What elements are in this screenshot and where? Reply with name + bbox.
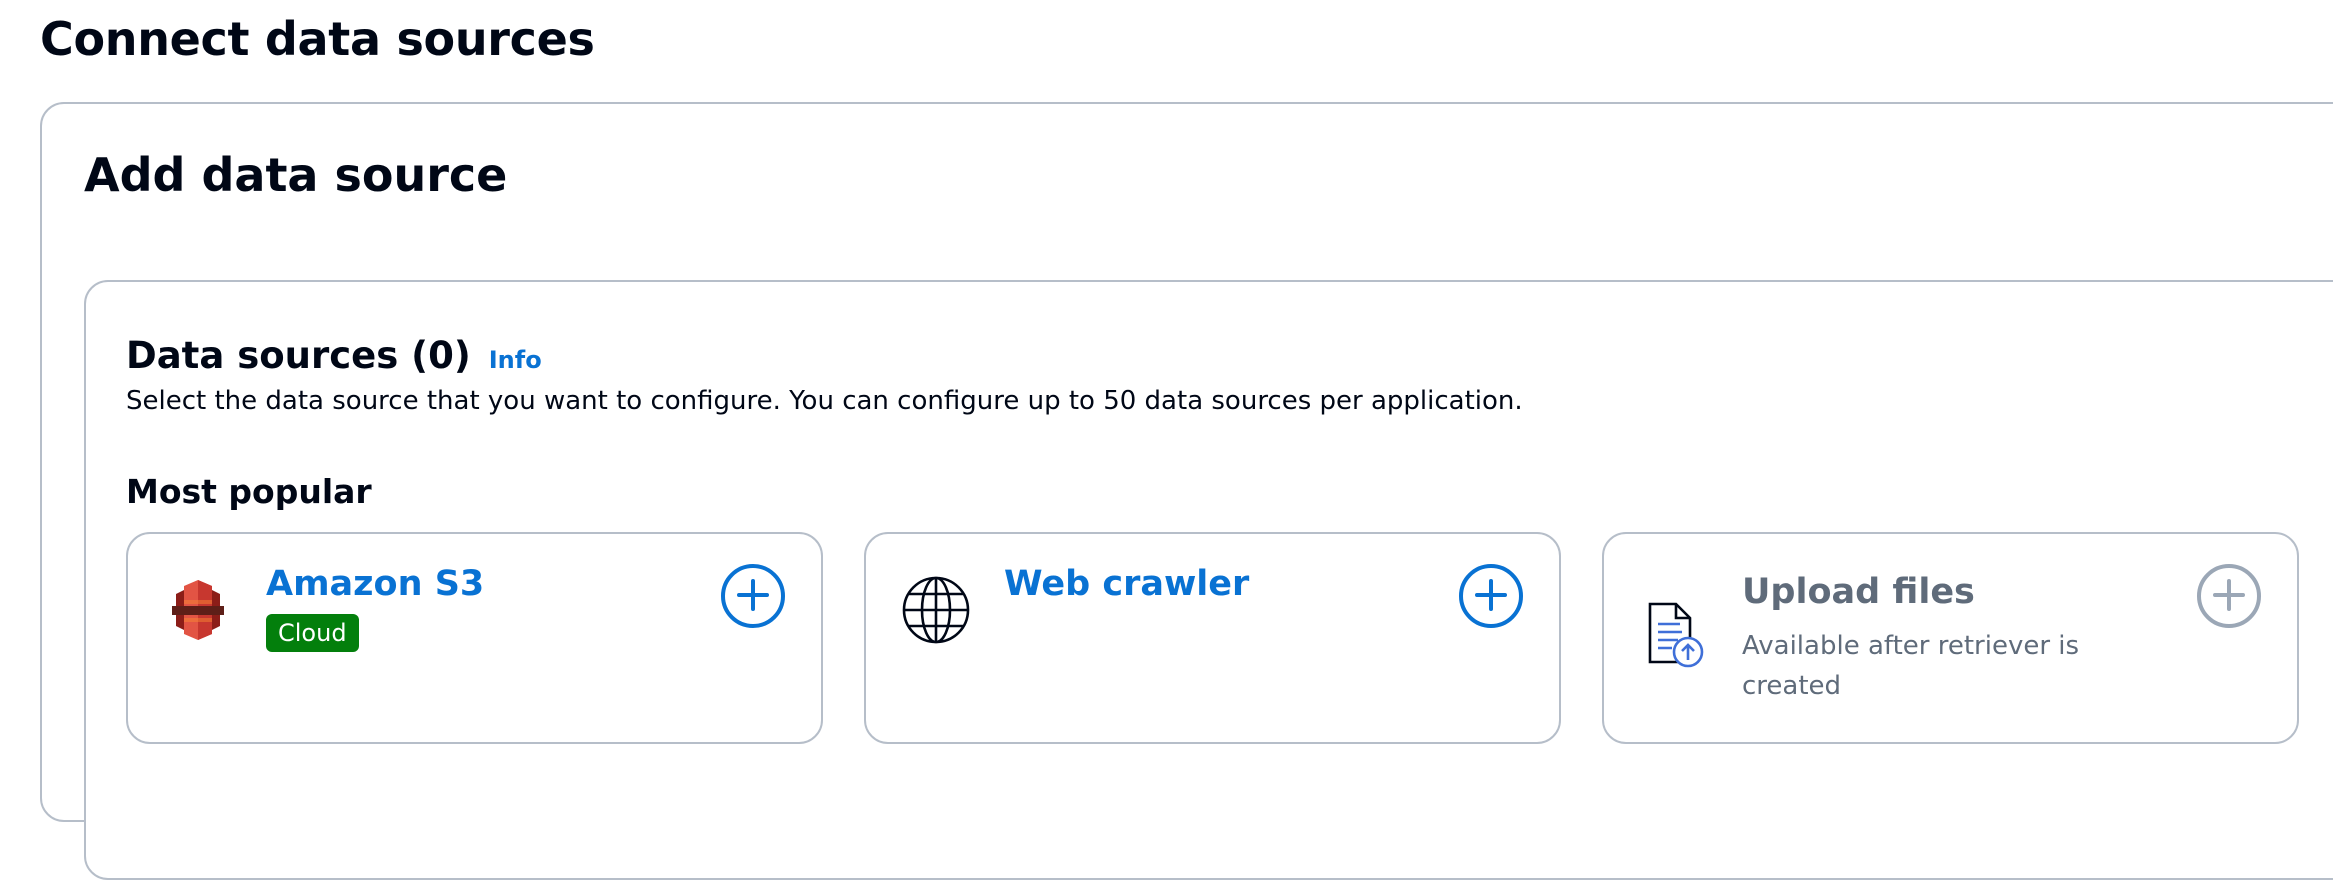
data-sources-header: Data sources (0) Info [126,334,542,377]
add-web-crawler-button[interactable] [1459,564,1523,628]
card-title: Amazon S3 [266,564,485,604]
amazon-s3-icon [162,574,234,646]
info-link[interactable]: Info [489,346,542,374]
globe-icon [900,574,972,646]
cloud-badge: Cloud [266,614,359,652]
card-title: Web crawler [1004,564,1250,604]
panel-title: Add data source [84,148,508,202]
plus-icon [733,575,773,618]
upload-file-icon [1638,600,1710,672]
data-sources-title: Data sources (0) [126,334,471,377]
add-upload-files-button [2197,564,2261,628]
add-amazon-s3-button[interactable] [721,564,785,628]
add-data-source-panel: Add data source Data sources (0) Info Se… [40,102,2333,880]
data-sources-container: Data sources (0) Info Select the data so… [84,280,2333,880]
plus-icon [1471,575,1511,618]
card-subtitle: Available after retriever is created [1742,631,2080,701]
page-title: Connect data sources [40,12,595,66]
most-popular-heading: Most popular [126,472,372,511]
data-source-card-amazon-s3[interactable]: Amazon S3 Cloud [126,532,823,744]
data-sources-description: Select the data source that you want to … [126,386,1523,416]
data-source-card-upload-files: Upload files Available after retriever i… [1602,532,2299,744]
card-title: Upload files [1742,572,1975,612]
plus-icon [2209,575,2249,618]
data-source-card-web-crawler[interactable]: Web crawler [864,532,1561,744]
